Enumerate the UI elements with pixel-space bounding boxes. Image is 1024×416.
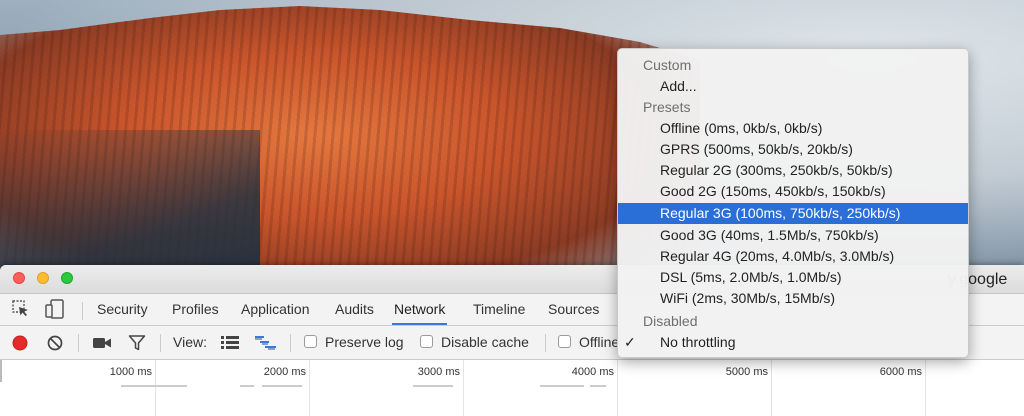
tab-network[interactable]: Network	[392, 294, 448, 325]
list-view-icon[interactable]	[221, 335, 239, 354]
tab-security[interactable]: Security	[95, 294, 150, 325]
zoom-window-button[interactable]	[61, 272, 73, 284]
record-button[interactable]	[11, 334, 29, 357]
menu-item-regular-3g[interactable]: Regular 3G (100ms, 750kb/s, 250kb/s)	[618, 203, 968, 224]
tab-profiles[interactable]: Profiles	[170, 294, 221, 325]
tab-application[interactable]: Application	[239, 294, 312, 325]
tick-gridline	[155, 360, 156, 416]
menu-item-label: WiFi (2ms, 30Mb/s, 15Mb/s)	[660, 290, 836, 306]
view-label: View:	[173, 334, 207, 350]
menu-item-label: Good 3G (40ms, 1.5Mb/s, 750kb/s)	[660, 227, 879, 243]
menu-item-label: Regular 2G (300ms, 250kb/s, 50kb/s)	[660, 162, 893, 178]
menu-item-regular-2g[interactable]: Regular 2G (300ms, 250kb/s, 50kb/s)	[618, 160, 968, 181]
request-bar	[240, 385, 254, 387]
menu-item-label: GPRS (500ms, 50kb/s, 20kb/s)	[660, 141, 853, 157]
request-bar	[540, 385, 584, 387]
menu-item-label: Regular 4G (20ms, 4.0Mb/s, 3.0Mb/s)	[660, 248, 895, 264]
menu-group-label: Custom	[643, 57, 692, 73]
tick-gridline	[309, 360, 310, 416]
toolbar-separator	[78, 334, 79, 352]
timeline-start-marker	[0, 360, 2, 382]
toolbar-separator	[160, 334, 161, 352]
offline-label: Offline	[579, 334, 620, 350]
network-overview-timeline[interactable]: 1000 ms 2000 ms 3000 ms 4000 ms 5000 ms …	[0, 360, 1024, 416]
tick-label: 6000 ms	[879, 366, 922, 378]
request-bar	[413, 385, 453, 387]
checkmark-icon: ✓	[624, 334, 636, 350]
menu-item-offline[interactable]: Offline (0ms, 0kb/s, 0kb/s)	[618, 118, 968, 139]
request-bar	[262, 385, 302, 387]
request-bar	[590, 385, 606, 387]
menu-item-label: DSL (5ms, 2.0Mb/s, 1.0Mb/s)	[660, 269, 842, 285]
tabbar-separator	[82, 302, 83, 320]
tick-gridline	[617, 360, 618, 416]
disable-cache-label: Disable cache	[441, 334, 529, 350]
minimize-window-button[interactable]	[37, 272, 49, 284]
device-toolbar-icon[interactable]	[44, 299, 66, 324]
inspect-element-icon[interactable]	[11, 299, 31, 324]
menu-item-dsl[interactable]: DSL (5ms, 2.0Mb/s, 1.0Mb/s)	[618, 267, 968, 288]
close-window-button[interactable]	[13, 272, 25, 284]
offline-checkbox[interactable]	[558, 335, 571, 348]
menu-item-good-2g[interactable]: Good 2G (150ms, 450kb/s, 150kb/s)	[618, 181, 968, 202]
throttling-dropdown-menu: Custom Add... Presets Offline (0ms, 0kb/…	[617, 48, 969, 358]
tick-gridline	[463, 360, 464, 416]
menu-group-label: Presets	[643, 99, 691, 115]
clear-icon[interactable]	[46, 334, 64, 357]
tick-label: 4000 ms	[571, 366, 614, 378]
menu-group-disabled: Disabled	[618, 311, 968, 332]
toolbar-separator	[545, 334, 546, 352]
tick-gridline	[771, 360, 772, 416]
filter-icon[interactable]	[128, 334, 146, 357]
tab-audits[interactable]: Audits	[333, 294, 376, 325]
tick-gridline	[925, 360, 926, 416]
capture-screenshots-icon[interactable]	[92, 335, 112, 356]
menu-group-presets: Presets	[618, 97, 968, 118]
menu-item-no-throttling[interactable]: ✓ No throttling	[618, 332, 968, 353]
tab-timeline[interactable]: Timeline	[471, 294, 527, 325]
preserve-log-checkbox[interactable]	[304, 335, 317, 348]
toolbar-separator	[290, 334, 291, 352]
menu-item-add[interactable]: Add...	[618, 76, 968, 97]
menu-item-label: No throttling	[660, 334, 736, 350]
tab-sources[interactable]: Sources	[546, 294, 601, 325]
tick-label: 1000 ms	[109, 366, 152, 378]
menu-item-label: Offline (0ms, 0kb/s, 0kb/s)	[660, 120, 823, 136]
tick-label: 3000 ms	[417, 366, 460, 378]
menu-group-custom: Custom	[618, 55, 968, 76]
disable-cache-checkbox[interactable]	[420, 335, 433, 348]
menu-group-label: Disabled	[643, 313, 698, 329]
menu-item-gprs[interactable]: GPRS (500ms, 50kb/s, 20kb/s)	[618, 139, 968, 160]
waterfall-view-icon[interactable]	[255, 335, 277, 356]
tick-label: 2000 ms	[263, 366, 306, 378]
menu-item-label: Good 2G (150ms, 450kb/s, 150kb/s)	[660, 183, 886, 199]
menu-item-wifi[interactable]: WiFi (2ms, 30Mb/s, 15Mb/s)	[618, 288, 968, 309]
menu-item-label: Add...	[660, 78, 697, 94]
menu-item-label: Regular 3G (100ms, 750kb/s, 250kb/s)	[660, 205, 901, 221]
menu-item-regular-4g[interactable]: Regular 4G (20ms, 4.0Mb/s, 3.0Mb/s)	[618, 246, 968, 267]
tick-label: 5000 ms	[725, 366, 768, 378]
preserve-log-label: Preserve log	[325, 334, 404, 350]
menu-item-good-3g[interactable]: Good 3G (40ms, 1.5Mb/s, 750kb/s)	[618, 225, 968, 246]
request-bar	[121, 385, 187, 387]
